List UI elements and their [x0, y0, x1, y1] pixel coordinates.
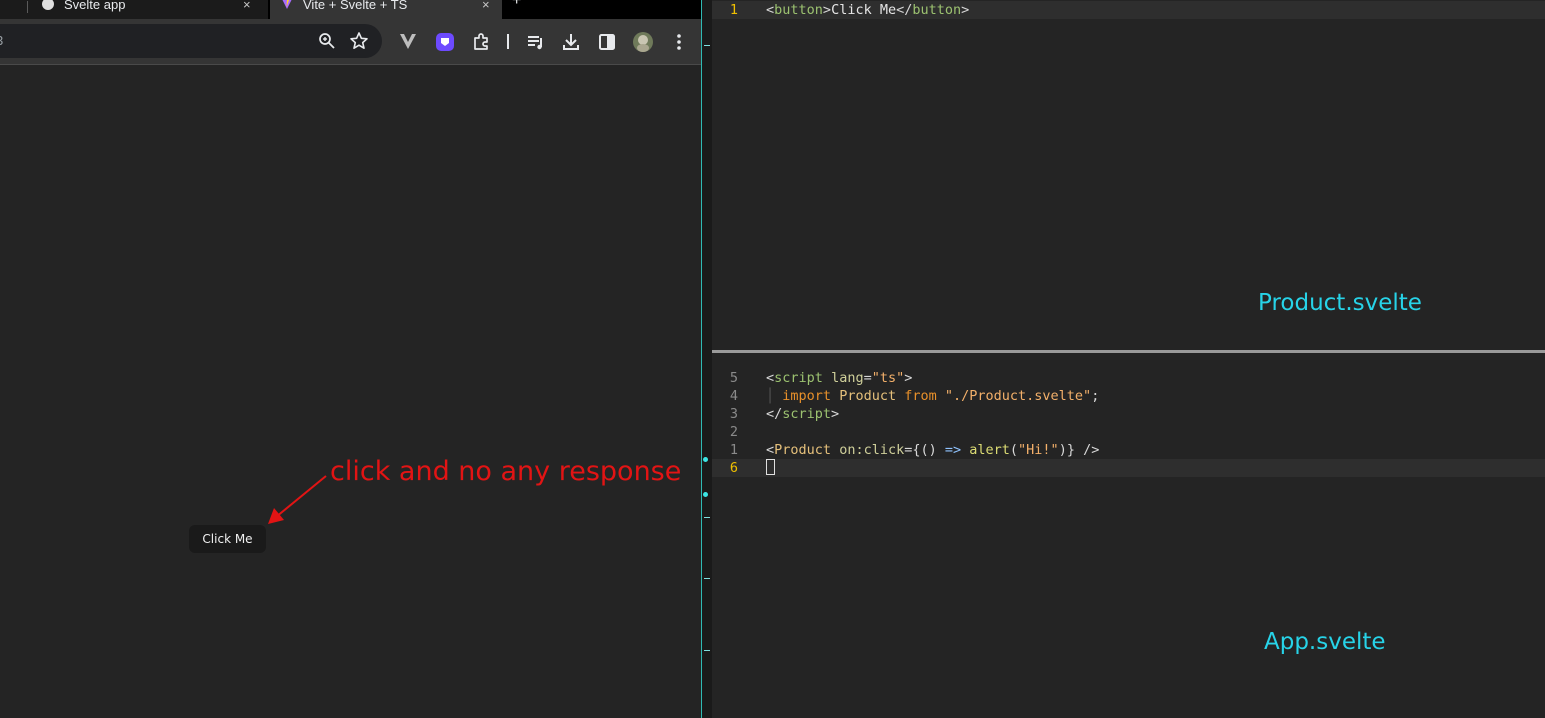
tab-bar: Svelte app × Vite + Svelte + TS × +: [0, 0, 701, 19]
code-token: button: [912, 2, 962, 18]
code-token: import: [782, 388, 832, 404]
code-token: button: [774, 2, 823, 18]
code-line[interactable]: 1 <button>Click Me</button>: [712, 1, 1545, 19]
code-line[interactable]: 5 <script lang="ts">: [712, 369, 1545, 387]
code-token: (: [1009, 442, 1019, 458]
code-token: =>: [944, 442, 962, 458]
code-text: │ import Product from "./Product.svelte"…: [766, 387, 1099, 405]
divider-mark: [704, 650, 710, 651]
code-line[interactable]: 6: [712, 459, 1545, 477]
code-token: >: [822, 2, 832, 18]
code-token: on:click: [839, 442, 905, 458]
close-tab-icon[interactable]: ×: [243, 0, 251, 13]
code-text: [766, 459, 775, 477]
download-icon[interactable]: [561, 32, 581, 52]
divider-mark: [704, 517, 710, 518]
code-line[interactable]: 3 </script>: [712, 405, 1545, 423]
line-number: 1: [729, 2, 738, 18]
editor-pane-product[interactable]: 1 <button>Click Me</button> Product.svelt…: [712, 0, 1545, 350]
code-token: ;: [1091, 388, 1100, 404]
code-token: script: [774, 370, 823, 386]
line-number: 5: [729, 370, 738, 386]
page-viewport: [0, 66, 701, 718]
code-token: Product: [839, 388, 897, 404]
tab-title: Vite + Svelte + TS: [303, 0, 408, 12]
file-label-app: App.svelte: [1264, 629, 1386, 655]
tab-separator: [27, 1, 28, 13]
code-token: alert: [969, 442, 1010, 458]
code-token: <: [766, 442, 775, 458]
code-token: Click Me: [831, 2, 897, 18]
code-line[interactable]: 1 <Product on:click={() => alert("Hi!")} …: [712, 441, 1545, 459]
profile-avatar-icon[interactable]: [632, 31, 653, 52]
vite-favicon-icon: [282, 0, 292, 9]
zoom-icon[interactable]: [317, 31, 337, 51]
code-token: >: [904, 370, 913, 386]
svelte-favicon-icon: [42, 0, 54, 10]
text-cursor: [766, 459, 775, 475]
line-number: 2: [729, 424, 738, 440]
window-split-divider[interactable]: [701, 0, 712, 718]
code-line[interactable]: 2: [712, 423, 1545, 441]
code-text: <script lang="ts">: [766, 369, 912, 387]
code-text: </script>: [766, 405, 839, 423]
new-tab-button[interactable]: +: [512, 0, 521, 10]
code-text: <button>Click Me</button>: [766, 1, 969, 19]
code-token: >: [831, 406, 840, 422]
code-token: "ts": [871, 370, 905, 386]
browser-toolbar: 3: [0, 19, 701, 65]
close-tab-icon[interactable]: ×: [482, 0, 490, 13]
code-token: │: [766, 388, 783, 404]
bookmark-star-icon[interactable]: [349, 31, 369, 51]
line-number: 1: [729, 442, 738, 458]
click-me-button[interactable]: Click Me: [189, 525, 266, 553]
code-token: <: [766, 370, 775, 386]
divider-dot: [703, 492, 708, 497]
address-bar[interactable]: 3: [0, 24, 382, 58]
tab-vite-svelte-ts[interactable]: Vite + Svelte + TS ×: [270, 0, 502, 19]
code-token: <: [766, 2, 775, 18]
editor-pane-app[interactable]: 5 <script lang="ts"> 4 │ import Product fro…: [712, 353, 1545, 718]
code-token: lang: [831, 370, 864, 386]
file-label-product: Product.svelte: [1258, 290, 1422, 316]
tab-title: Svelte app: [64, 0, 126, 12]
menu-kebab-icon[interactable]: [669, 32, 689, 52]
vue-devtools-icon[interactable]: [398, 32, 418, 52]
media-queue-icon[interactable]: [526, 32, 546, 52]
code-token: )} />: [1058, 442, 1100, 458]
code-token: Product: [774, 442, 832, 458]
browser-window: Svelte app × Vite + Svelte + TS × + 3: [0, 0, 701, 718]
side-panel-icon[interactable]: [597, 32, 617, 52]
line-number: 4: [729, 388, 738, 404]
annotation-label: click and no any response: [330, 456, 682, 487]
code-token: "./Product.svelte": [944, 388, 1092, 404]
code-token: from: [904, 388, 937, 404]
code-token: </: [896, 2, 913, 18]
url-text: 3: [0, 33, 3, 48]
line-number: 6: [729, 460, 738, 476]
code-token: "Hi!": [1018, 442, 1059, 458]
extensions-icon[interactable]: [471, 32, 491, 52]
divider-dot: [703, 457, 708, 462]
code-token: </: [766, 406, 783, 422]
proton-pass-icon[interactable]: [435, 32, 455, 52]
code-token: >: [961, 2, 970, 18]
code-line[interactable]: 4 │ import Product from "./Product.svelte…: [712, 387, 1545, 405]
code-editor: 1 <button>Click Me</button> Product.svelt…: [712, 0, 1545, 718]
divider-mark: [704, 45, 710, 46]
line-number: 3: [729, 406, 738, 422]
code-text: <Product on:click={() => alert("Hi!")} /…: [766, 441, 1099, 459]
tab-svelte-app[interactable]: Svelte app ×: [0, 0, 268, 19]
toolbar-divider: [507, 34, 509, 49]
code-token: script: [782, 406, 832, 422]
code-token: =: [863, 370, 872, 386]
code-token: ={(): [904, 442, 945, 458]
annotation-arrow-icon: [268, 475, 327, 524]
divider-mark: [704, 578, 710, 579]
